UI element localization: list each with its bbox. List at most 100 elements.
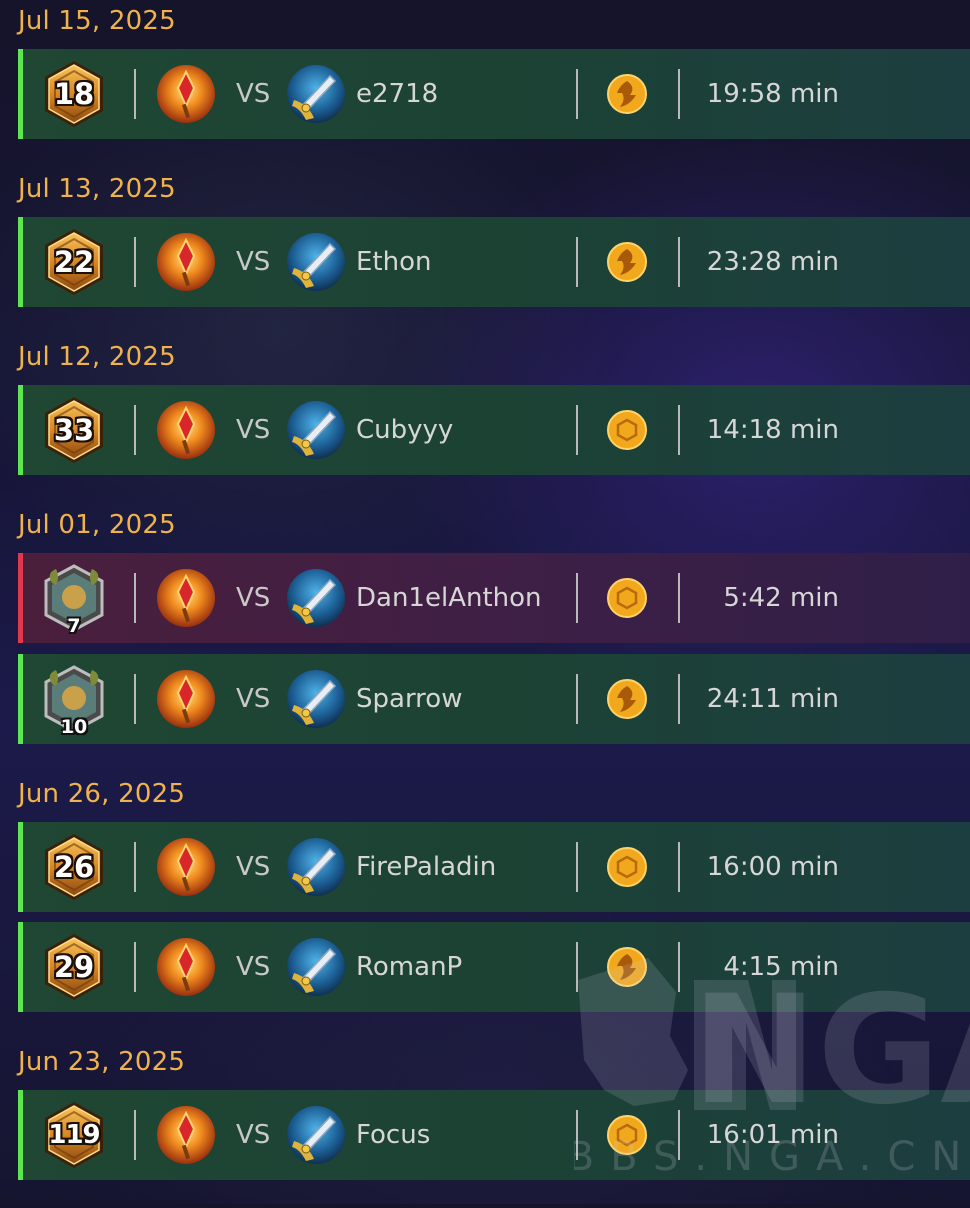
divider xyxy=(678,69,680,119)
divider xyxy=(134,405,136,455)
warrior-class-icon xyxy=(286,669,346,729)
mage-class-icon xyxy=(156,837,216,897)
mage-class-icon xyxy=(156,400,216,460)
mage-class-icon xyxy=(156,1105,216,1165)
match-row[interactable]: 119 VS Focus 16:01 min xyxy=(18,1090,970,1180)
rank-badge: 18 xyxy=(42,59,106,129)
match-row[interactable]: 10 VS Sparrow 24:11 min xyxy=(18,654,970,744)
swirl-mode-icon xyxy=(606,241,648,283)
rank-number: 7 xyxy=(67,615,81,637)
divider xyxy=(576,674,578,724)
opponent-name[interactable]: FirePaladin xyxy=(356,822,496,912)
date-header: Jun 23, 2025 xyxy=(18,1047,186,1077)
match-duration: 16:00 min xyxy=(706,852,839,882)
divider xyxy=(678,405,680,455)
result-indicator xyxy=(18,654,23,744)
vs-label: VS xyxy=(236,415,271,445)
vs-label: VS xyxy=(236,684,271,714)
divider xyxy=(576,1110,578,1160)
rank-number: 33 xyxy=(53,413,95,447)
divider xyxy=(134,842,136,892)
match-row[interactable]: 33 VS Cubyyy 14:18 min xyxy=(18,385,970,475)
result-indicator xyxy=(18,217,23,307)
mage-class-icon xyxy=(156,232,216,292)
result-indicator xyxy=(18,49,23,139)
date-header: Jul 12, 2025 xyxy=(18,342,176,372)
swirl-mode-icon xyxy=(606,678,648,720)
divider xyxy=(134,237,136,287)
legend-rank-badge: 10 xyxy=(42,664,106,738)
match-row[interactable]: 18 VS e2718 19:58 min xyxy=(18,49,970,139)
divider xyxy=(678,674,680,724)
divider xyxy=(576,237,578,287)
divider xyxy=(134,69,136,119)
rank-number: 22 xyxy=(53,245,95,279)
warrior-class-icon xyxy=(286,400,346,460)
match-row[interactable]: 26 VS FirePaladin 16:00 min xyxy=(18,822,970,912)
result-indicator xyxy=(18,385,23,475)
swirl-mode-icon xyxy=(606,73,648,115)
warrior-class-icon xyxy=(286,837,346,897)
opponent-name[interactable]: Sparrow xyxy=(356,654,462,744)
vs-label: VS xyxy=(236,79,271,109)
rank-badge: 22 xyxy=(42,227,106,297)
divider xyxy=(678,942,680,992)
swirl-mode-icon xyxy=(606,946,648,988)
legend-rank-badge: 7 xyxy=(42,563,106,637)
divider xyxy=(678,842,680,892)
warrior-class-icon xyxy=(286,1105,346,1165)
date-header: Jul 15, 2025 xyxy=(18,6,176,36)
coin-mode-icon xyxy=(606,846,648,888)
date-header: Jul 01, 2025 xyxy=(18,510,176,540)
coin-mode-icon xyxy=(606,577,648,619)
divider xyxy=(678,1110,680,1160)
warrior-class-icon xyxy=(286,937,346,997)
opponent-name[interactable]: e2718 xyxy=(356,49,438,139)
rank-number: 26 xyxy=(53,850,95,884)
opponent-name[interactable]: Ethon xyxy=(356,217,432,307)
rank-badge: 33 xyxy=(42,395,106,465)
opponent-name[interactable]: RomanP xyxy=(356,922,462,1012)
rank-number: 18 xyxy=(53,77,95,111)
date-header: Jun 26, 2025 xyxy=(18,779,186,809)
divider xyxy=(134,674,136,724)
vs-label: VS xyxy=(236,583,271,613)
match-row[interactable]: 7 VS Dan1elAnthon 5:42 min xyxy=(18,553,970,643)
match-row[interactable]: 29 VS RomanP 4:15 min xyxy=(18,922,970,1012)
mage-class-icon xyxy=(156,568,216,628)
match-duration: 4:15 min xyxy=(723,952,839,982)
coin-mode-icon xyxy=(606,1114,648,1156)
divider xyxy=(576,942,578,992)
divider xyxy=(134,1110,136,1160)
match-duration: 19:58 min xyxy=(706,79,839,109)
rank-badge: 119 xyxy=(42,1100,106,1170)
warrior-class-icon xyxy=(286,64,346,124)
divider xyxy=(678,237,680,287)
warrior-class-icon xyxy=(286,232,346,292)
mage-class-icon xyxy=(156,937,216,997)
result-indicator xyxy=(18,922,23,1012)
vs-label: VS xyxy=(236,1120,271,1150)
warrior-class-icon xyxy=(286,568,346,628)
vs-label: VS xyxy=(236,247,271,277)
match-duration: 5:42 min xyxy=(723,583,839,613)
rank-number: 10 xyxy=(60,716,88,738)
opponent-name[interactable]: Focus xyxy=(356,1090,430,1180)
rank-badge: 29 xyxy=(42,932,106,1002)
divider xyxy=(134,573,136,623)
mage-class-icon xyxy=(156,64,216,124)
vs-label: VS xyxy=(236,852,271,882)
match-duration: 14:18 min xyxy=(706,415,839,445)
divider xyxy=(678,573,680,623)
divider xyxy=(576,69,578,119)
match-duration: 23:28 min xyxy=(706,247,839,277)
match-row[interactable]: 22 VS Ethon 23:28 min xyxy=(18,217,970,307)
match-duration: 24:11 min xyxy=(706,684,839,714)
divider xyxy=(576,842,578,892)
match-duration: 16:01 min xyxy=(706,1120,839,1150)
rank-number: 119 xyxy=(48,1120,100,1150)
divider xyxy=(576,573,578,623)
opponent-name[interactable]: Dan1elAnthon xyxy=(356,553,542,643)
opponent-name[interactable]: Cubyyy xyxy=(356,385,453,475)
coin-mode-icon xyxy=(606,409,648,451)
